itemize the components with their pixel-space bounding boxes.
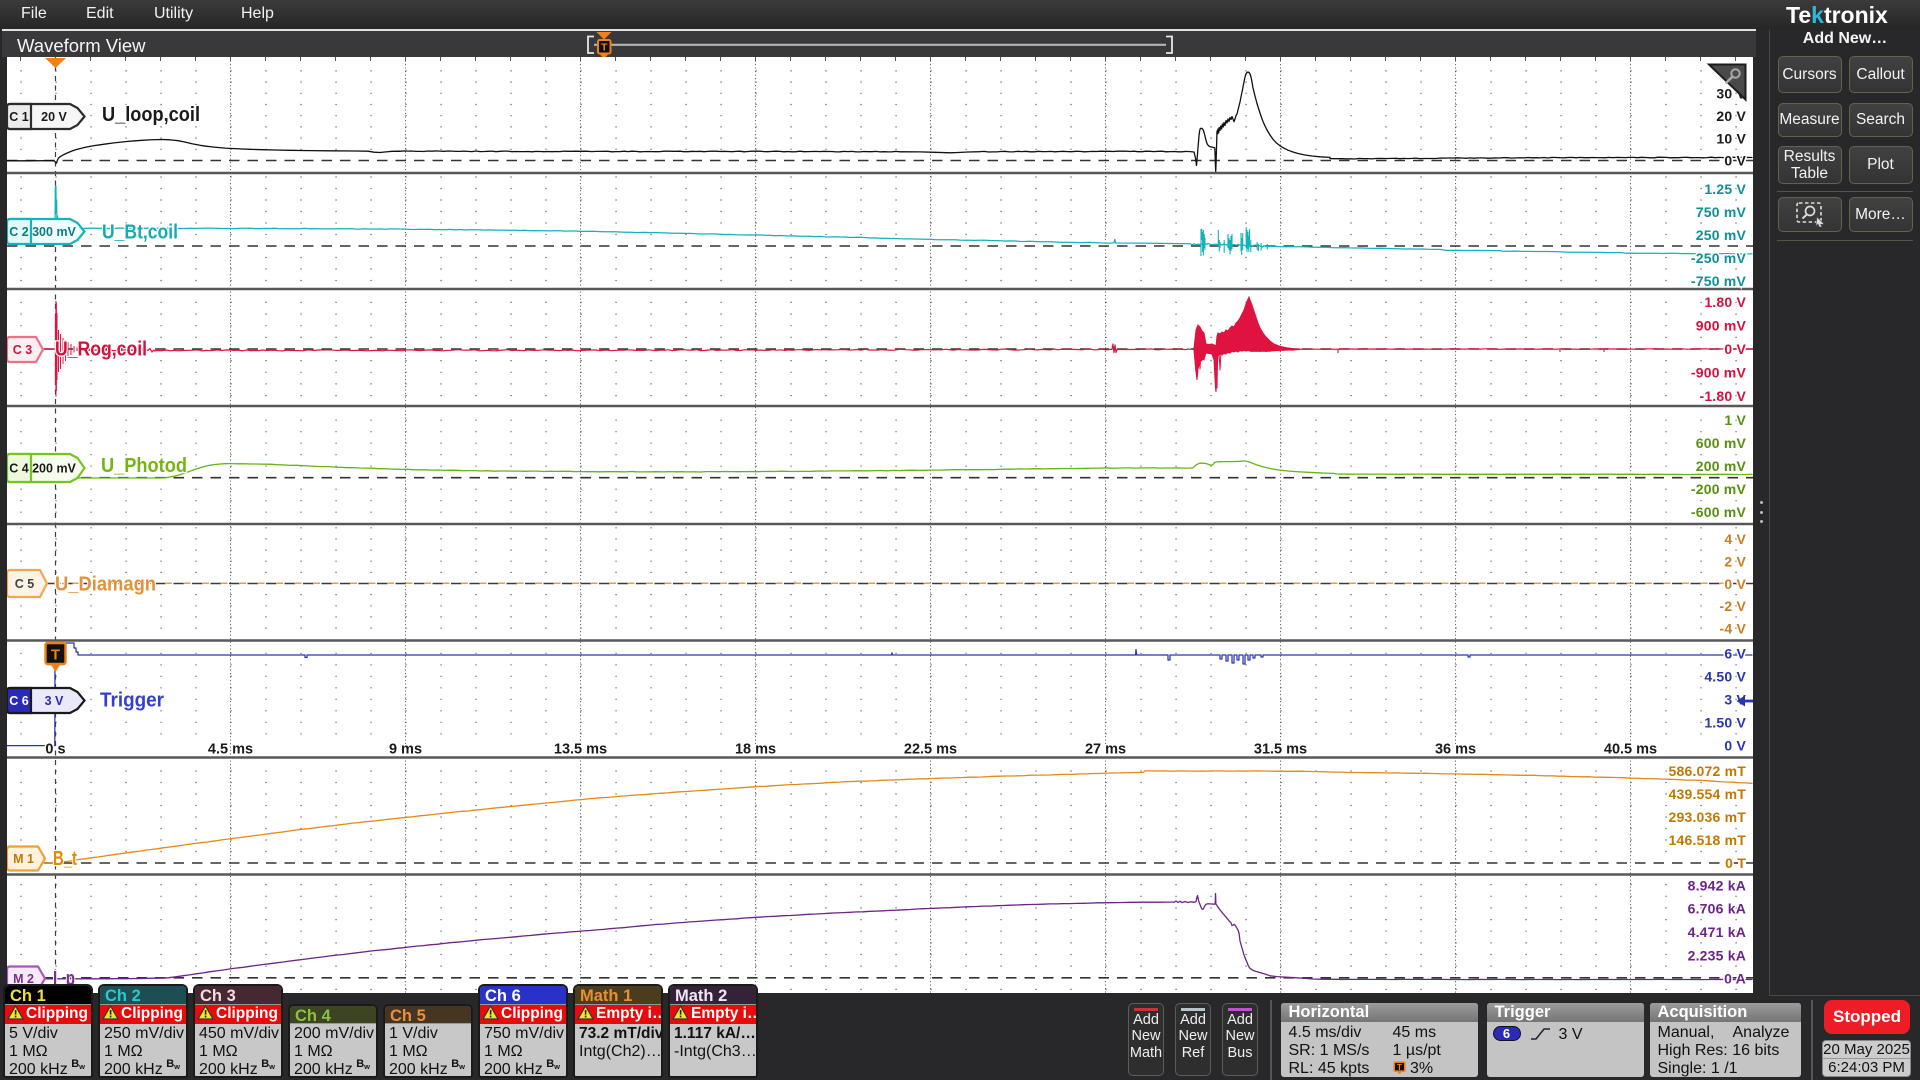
svg-text:27 ms: 27 ms xyxy=(1085,742,1126,758)
svg-text:-600 mV: -600 mV xyxy=(1691,504,1747,520)
svg-text:4.50 V: 4.50 V xyxy=(1704,669,1746,685)
svg-text:9 ms: 9 ms xyxy=(389,742,422,758)
svg-text:36 ms: 36 ms xyxy=(1435,742,1476,758)
svg-text:293.036 mT: 293.036 mT xyxy=(1669,809,1747,825)
svg-text:200 mV: 200 mV xyxy=(1696,458,1747,474)
svg-text:2.235 kA: 2.235 kA xyxy=(1688,947,1746,963)
svg-text:1.25 V: 1.25 V xyxy=(1704,181,1746,197)
svg-text:0 V: 0 V xyxy=(1724,153,1746,169)
svg-text:Trigger: Trigger xyxy=(100,689,164,712)
svg-text:22.5 ms: 22.5 ms xyxy=(904,742,957,758)
svg-text:250 mV: 250 mV xyxy=(1696,227,1747,243)
svg-text:4.471 kA: 4.471 kA xyxy=(1688,924,1746,940)
svg-text:0 A: 0 A xyxy=(1724,971,1746,987)
svg-text:900 mV: 900 mV xyxy=(1696,318,1747,334)
svg-text:0 V: 0 V xyxy=(1724,738,1746,754)
svg-text:18 ms: 18 ms xyxy=(735,742,776,758)
svg-text:T: T xyxy=(601,42,608,54)
svg-text:2 V: 2 V xyxy=(1724,554,1746,570)
svg-text:-4 V: -4 V xyxy=(1720,620,1747,636)
svg-text:B_t: B_t xyxy=(53,847,77,870)
svg-text:-1.80 V: -1.80 V xyxy=(1699,388,1746,404)
svg-text:T: T xyxy=(1397,1063,1402,1072)
svg-text:-2 V: -2 V xyxy=(1720,598,1747,614)
svg-text:40.5 ms: 40.5 ms xyxy=(1604,742,1657,758)
svg-text:4.5 ms: 4.5 ms xyxy=(208,742,253,758)
svg-text:C 3: C 3 xyxy=(13,343,33,357)
svg-text:C 1: C 1 xyxy=(9,110,29,124)
svg-text:-750 mV: -750 mV xyxy=(1691,273,1747,289)
svg-text:4 V: 4 V xyxy=(1724,531,1746,547)
svg-text:0 s: 0 s xyxy=(45,742,65,758)
svg-text:31.5 ms: 31.5 ms xyxy=(1254,742,1307,758)
svg-text:1.50 V: 1.50 V xyxy=(1704,715,1746,731)
svg-text:0 T: 0 T xyxy=(1725,855,1746,871)
svg-text:20 V: 20 V xyxy=(1716,108,1746,124)
svg-text:6.706 kA: 6.706 kA xyxy=(1688,901,1746,917)
svg-text:146.518 mT: 146.518 mT xyxy=(1669,832,1747,848)
svg-text:439.554 mT: 439.554 mT xyxy=(1669,786,1747,802)
svg-text:C 5: C 5 xyxy=(15,577,35,591)
svg-text:20 V: 20 V xyxy=(41,110,67,124)
svg-text:1.80 V: 1.80 V xyxy=(1704,294,1746,310)
svg-text:U_Rog,coil: U_Rog,coil xyxy=(55,338,147,361)
svg-text:-900 mV: -900 mV xyxy=(1691,365,1747,381)
svg-text:C 4: C 4 xyxy=(9,462,29,476)
svg-text:U_Photod: U_Photod xyxy=(101,454,187,477)
svg-text:13.5 ms: 13.5 ms xyxy=(554,742,607,758)
svg-text:586.072 mT: 586.072 mT xyxy=(1669,763,1747,779)
svg-text:-200 mV: -200 mV xyxy=(1691,481,1747,497)
svg-text:-250 mV: -250 mV xyxy=(1691,250,1747,266)
svg-text:8.942 kA: 8.942 kA xyxy=(1688,877,1746,893)
svg-text:750 mV: 750 mV xyxy=(1696,204,1747,220)
svg-text:600 mV: 600 mV xyxy=(1696,435,1747,451)
svg-text:200 mV: 200 mV xyxy=(32,462,76,476)
svg-text:1 V: 1 V xyxy=(1724,412,1746,428)
svg-text:6 V: 6 V xyxy=(1724,646,1746,662)
svg-text:U_Bt,coil: U_Bt,coil xyxy=(102,221,178,244)
svg-text:T: T xyxy=(51,647,60,664)
svg-text:U_loop,coil: U_loop,coil xyxy=(102,103,200,126)
svg-text:3 V: 3 V xyxy=(45,694,64,708)
svg-text:U_Diamagn: U_Diamagn xyxy=(55,573,156,596)
svg-text:10 V: 10 V xyxy=(1716,130,1746,146)
svg-text:0 V: 0 V xyxy=(1724,576,1746,592)
svg-text:M 1: M 1 xyxy=(13,852,34,866)
svg-text:300 mV: 300 mV xyxy=(32,225,76,239)
svg-text:C 2: C 2 xyxy=(9,225,29,239)
svg-text:0 V: 0 V xyxy=(1724,341,1746,357)
svg-text:C 6: C 6 xyxy=(9,694,29,708)
